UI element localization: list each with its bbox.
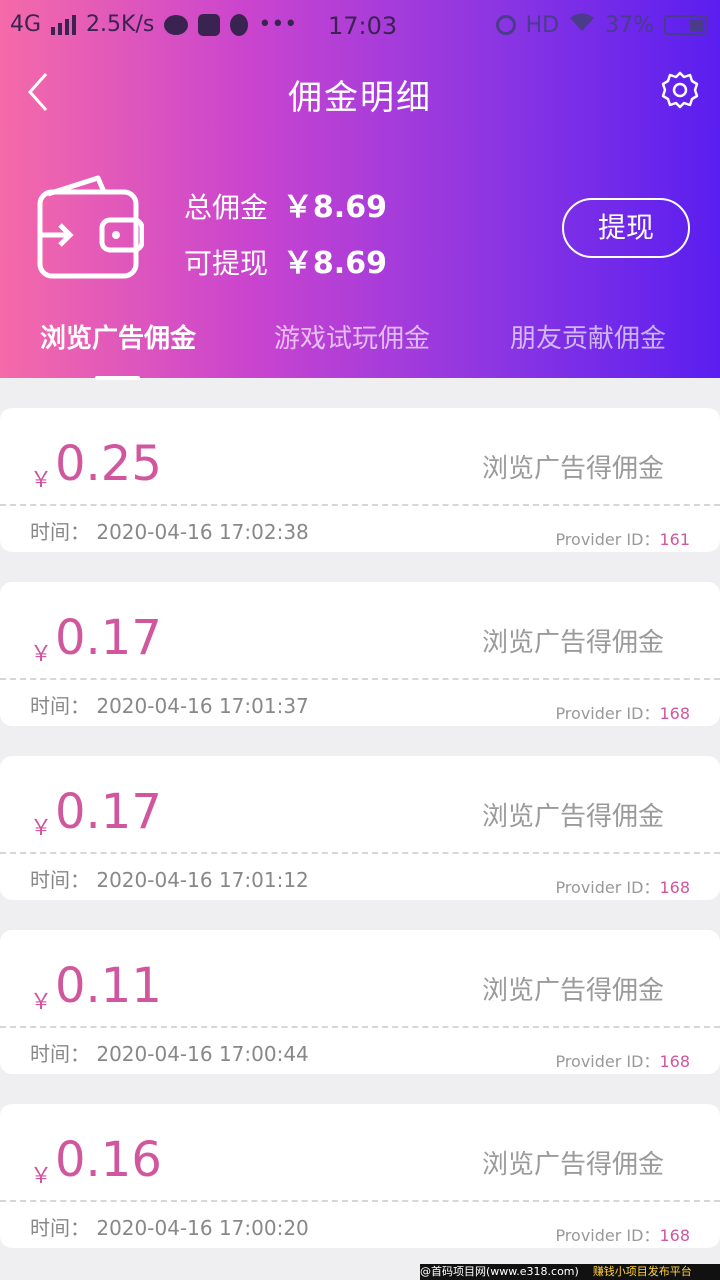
provider-id: 161: [659, 530, 690, 549]
time-value: 2020-04-16 17:00:20: [96, 1216, 309, 1240]
provider-info: Provider ID：168: [555, 700, 690, 724]
provider-info: Provider ID：168: [555, 1048, 690, 1072]
currency-symbol: ￥: [30, 468, 53, 493]
total-commission-row: 总佣金 ￥8.69: [184, 180, 387, 236]
currency-symbol: ￥: [30, 1164, 53, 1189]
record-amount: 0.17: [55, 784, 162, 840]
divider: [0, 504, 720, 506]
provider-id: 168: [659, 704, 690, 723]
provider-label: Provider ID：: [555, 878, 660, 897]
record-time: 时间： 2020-04-16 17:01:12: [30, 864, 309, 893]
header: 4G 2.5K/s ••• 17:03 HD 37% 佣金明细 总佣金 ￥8.6…: [0, 0, 720, 380]
time-label: 时间：: [30, 1042, 90, 1066]
watermark-site: @首码项目网(www.e318.com): [420, 1265, 579, 1278]
divider: [0, 1200, 720, 1202]
list-item[interactable]: ￥ 0.17 浏览广告得佣金 时间： 2020-04-16 17:01:12 P…: [0, 756, 720, 900]
time-value: 2020-04-16 17:01:37: [96, 694, 309, 718]
withdrawable-row: 可提现 ￥8.69: [184, 236, 387, 292]
network-type: 4G: [10, 12, 42, 37]
hd-label: HD: [525, 12, 560, 38]
record-time: 时间： 2020-04-16 17:00:44: [30, 1038, 309, 1067]
wechat-icon: [164, 14, 189, 35]
status-bar: 4G 2.5K/s ••• 17:03 HD 37%: [0, 0, 720, 50]
tab-game-trial[interactable]: 游戏试玩佣金: [274, 318, 430, 355]
time-value: 2020-04-16 17:00:44: [96, 1042, 309, 1066]
taobao-icon: [198, 13, 221, 36]
record-type: 浏览广告得佣金: [481, 802, 664, 832]
time-label: 时间：: [30, 520, 90, 544]
withdraw-button[interactable]: 提现: [562, 198, 690, 258]
list-item[interactable]: ￥ 0.25 浏览广告得佣金 时间： 2020-04-16 17:02:38 P…: [0, 408, 720, 552]
list-item[interactable]: ￥ 0.16 浏览广告得佣金 时间： 2020-04-16 17:00:20 P…: [0, 1104, 720, 1248]
network-speed: 2.5K/s: [86, 12, 155, 37]
record-amount: 0.17: [55, 610, 162, 666]
total-commission-label: 总佣金: [184, 191, 269, 224]
time-label: 时间：: [30, 868, 90, 892]
qq-icon: [230, 13, 249, 36]
currency-symbol: ￥: [30, 642, 53, 667]
watermark-banner: @首码项目网(www.e318.com) 赚钱小项目发布平台: [420, 1264, 720, 1280]
commission-tabs: 浏览广告佣金 游戏试玩佣金 朋友贡献佣金: [0, 318, 720, 378]
time-label: 时间：: [30, 1216, 90, 1240]
clock: 17:03: [328, 12, 398, 40]
record-type: 浏览广告得佣金: [481, 976, 664, 1006]
page-title: 佣金明细: [288, 78, 432, 118]
withdrawable-label: 可提现: [184, 247, 269, 280]
wifi-icon: [569, 12, 595, 38]
record-time: 时间： 2020-04-16 17:01:37: [30, 690, 309, 719]
provider-label: Provider ID：: [555, 704, 660, 723]
record-type: 浏览广告得佣金: [481, 628, 664, 658]
time-label: 时间：: [30, 694, 90, 718]
total-commission-amount: ￥8.69: [282, 190, 387, 225]
provider-id: 168: [659, 1052, 690, 1071]
battery-level: 37%: [605, 12, 654, 38]
provider-info: Provider ID：168: [555, 1222, 690, 1246]
alarm-icon: [495, 15, 516, 35]
provider-label: Provider ID：: [555, 1226, 660, 1245]
list-item[interactable]: ￥ 0.17 浏览广告得佣金 时间： 2020-04-16 17:01:37 P…: [0, 582, 720, 726]
provider-label: Provider ID：: [555, 530, 660, 549]
record-time: 时间： 2020-04-16 17:00:20: [30, 1212, 309, 1241]
wallet-icon: [34, 172, 145, 282]
active-tab-indicator: [95, 376, 140, 380]
battery-icon: [664, 15, 708, 35]
signal-icon: [51, 14, 77, 35]
settings-button[interactable]: [660, 70, 700, 110]
record-amount: 0.25: [55, 436, 162, 492]
gear-icon: [661, 71, 699, 109]
provider-info: Provider ID：168: [555, 874, 690, 898]
provider-label: Provider ID：: [555, 1052, 660, 1071]
list-item[interactable]: ￥ 0.11 浏览广告得佣金 时间： 2020-04-16 17:00:44 P…: [0, 930, 720, 1074]
divider: [0, 1026, 720, 1028]
tab-browse-ads[interactable]: 浏览广告佣金: [40, 318, 196, 355]
commission-totals: 总佣金 ￥8.69 可提现 ￥8.69: [184, 180, 387, 292]
divider: [0, 678, 720, 680]
record-type: 浏览广告得佣金: [481, 1150, 664, 1180]
record-time: 时间： 2020-04-16 17:02:38: [30, 516, 309, 545]
divider: [0, 852, 720, 854]
time-value: 2020-04-16 17:02:38: [96, 520, 309, 544]
time-value: 2020-04-16 17:01:12: [96, 868, 309, 892]
provider-info: Provider ID：161: [555, 526, 690, 550]
currency-symbol: ￥: [30, 816, 53, 841]
tab-friend-contribution[interactable]: 朋友贡献佣金: [510, 318, 666, 355]
provider-id: 168: [659, 878, 690, 897]
withdrawable-amount: ￥8.69: [282, 246, 387, 281]
record-type: 浏览广告得佣金: [481, 454, 664, 484]
more-icon: •••: [258, 12, 298, 37]
record-amount: 0.16: [55, 1132, 162, 1188]
currency-symbol: ￥: [30, 990, 53, 1015]
record-amount: 0.11: [55, 958, 162, 1014]
provider-id: 168: [659, 1226, 690, 1245]
watermark-slogan: 赚钱小项目发布平台: [592, 1265, 692, 1278]
